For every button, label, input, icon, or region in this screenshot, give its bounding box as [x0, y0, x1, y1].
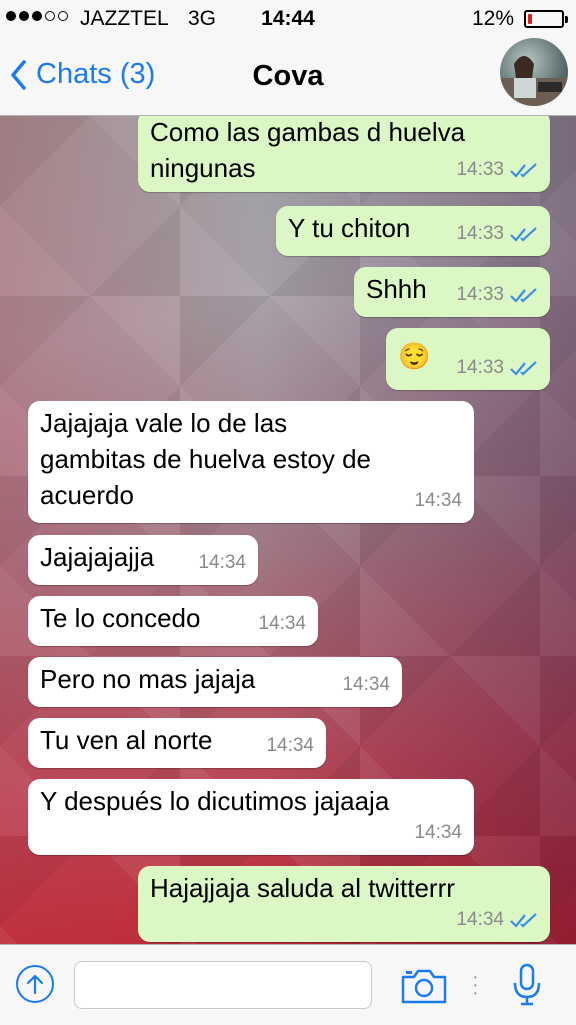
battery-percent: 12% — [471, 7, 514, 30]
battery-icon — [524, 10, 568, 28]
message-bubble-in[interactable]: Tu ven al norte 14:34 — [28, 718, 326, 768]
message-time: 14:34 — [258, 613, 306, 634]
message-bubble-in[interactable]: Te lo concedo 14:34 — [28, 596, 318, 646]
read-ticks-icon — [510, 361, 537, 376]
message-time: 14:34 — [266, 735, 314, 756]
read-ticks-icon — [510, 913, 537, 928]
contact-avatar[interactable] — [500, 38, 568, 106]
back-label: Chats (3) — [36, 58, 156, 90]
message-bubble-in[interactable]: Jajajajajja 14:34 — [28, 535, 258, 585]
separator-dots: · · · — [472, 966, 479, 1004]
message-time: 14:33 — [456, 159, 504, 180]
message-list[interactable]: Como las gambas d huelva ningunas 14:33 … — [0, 116, 576, 944]
microphone-icon — [513, 963, 541, 1006]
camera-icon — [401, 969, 447, 1004]
message-time: 14:33 — [456, 357, 504, 378]
camera-button[interactable] — [400, 967, 448, 1010]
message-time: 14:34 — [414, 822, 462, 843]
status-bar: JAZZTEL 3G 14:44 12% — [0, 0, 576, 40]
message-bubble-out[interactable]: Como las gambas d huelva ningunas 14:33 — [138, 116, 550, 192]
message-input[interactable] — [74, 961, 372, 1009]
voice-note-button[interactable] — [512, 963, 542, 1012]
message-bubble-out[interactable]: Shhh 14:33 — [354, 267, 550, 317]
message-text: Pero no mas jajaja — [40, 664, 256, 694]
message-bubble-out[interactable]: Y tu chiton 14:33 — [276, 206, 550, 256]
upload-arrow-icon — [26, 974, 44, 995]
message-text: Hajajjaja saluda al twitterrr — [150, 873, 455, 903]
message-time: 14:34 — [342, 674, 390, 695]
message-time: 14:34 — [414, 490, 462, 511]
message-bubble-out[interactable]: 😌 14:33 — [386, 328, 550, 390]
message-time: 14:33 — [456, 284, 504, 305]
compose-bar: · · · — [0, 944, 576, 1025]
chevron-left-icon — [11, 59, 26, 90]
back-button[interactable]: Chats (3) — [10, 58, 155, 91]
message-time: 14:33 — [456, 223, 504, 244]
message-bubble-in[interactable]: Y después lo dicutimos jajaaja 14:34 — [28, 779, 474, 855]
read-ticks-icon — [510, 288, 537, 303]
message-text: Jajajaja vale lo de las gambitas de huel… — [40, 408, 371, 510]
attach-button[interactable] — [16, 965, 54, 1003]
read-ticks-icon — [510, 163, 537, 178]
chat-header: Chats (3) Cova — [0, 38, 576, 116]
message-bubble-in[interactable]: Jajajaja vale lo de las gambitas de huel… — [28, 401, 474, 523]
read-ticks-icon — [510, 227, 537, 242]
message-bubble-out[interactable]: Hajajjaja saluda al twitterrr 14:34 — [138, 866, 550, 942]
message-bubble-in[interactable]: Pero no mas jajaja 14:34 — [28, 657, 402, 707]
message-time: 14:34 — [456, 909, 504, 930]
message-text: Y después lo dicutimos jajaaja — [40, 786, 390, 816]
message-time: 14:34 — [198, 552, 246, 573]
